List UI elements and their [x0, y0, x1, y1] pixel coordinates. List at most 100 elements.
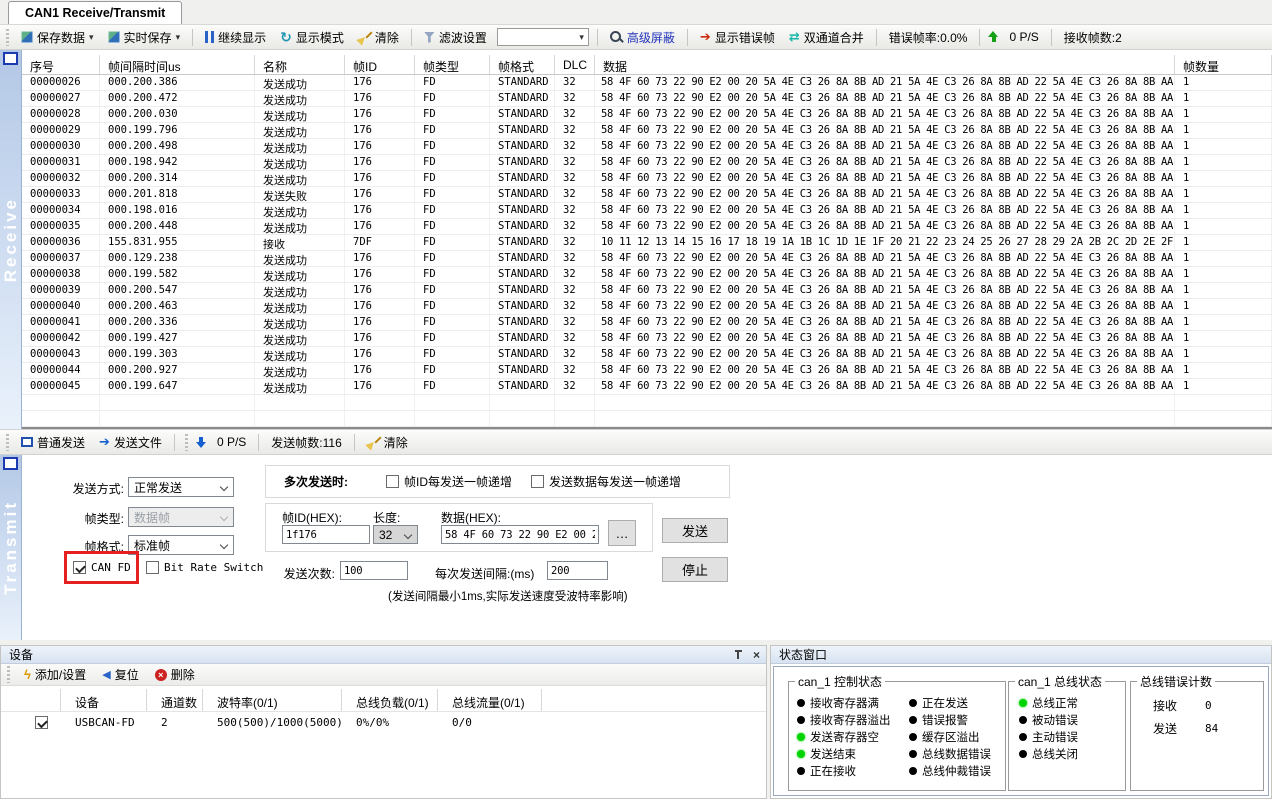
restore-icon[interactable] — [3, 52, 18, 65]
table-row[interactable]: 00000040 000.200.463 发送成功 176 FD STANDAR… — [22, 299, 1272, 315]
receive-side-label: Receive — [1, 197, 21, 282]
show-error-frames-button[interactable]: ➔ 显示错误帧 — [696, 27, 779, 48]
chevron-down-icon[interactable]: ▾ — [89, 32, 94, 43]
transmit-side-strip[interactable]: Transmit — [0, 455, 22, 640]
cell-frame-id: 176 — [345, 75, 415, 90]
table-row[interactable]: 00000032 000.200.314 发送成功 176 FD STANDAR… — [22, 171, 1272, 187]
toolbar-separator — [687, 29, 688, 46]
normal-send-button[interactable]: 普通发送 — [17, 432, 89, 453]
can-fd-checkbox[interactable] — [73, 561, 86, 574]
receive-side-strip[interactable]: Receive — [0, 50, 22, 429]
bit-rate-switch-checkbox[interactable] — [146, 561, 159, 574]
table-row[interactable]: 00000026 000.200.386 发送成功 176 FD STANDAR… — [22, 75, 1272, 91]
stop-button[interactable]: 停止 — [662, 557, 728, 582]
table-row[interactable]: 00000028 000.200.030 发送成功 176 FD STANDAR… — [22, 107, 1272, 123]
realtime-save-button[interactable]: 实时保存 ▾ — [104, 27, 185, 48]
advanced-mask-button[interactable]: 高级屏蔽 — [606, 27, 679, 48]
tab-can1-receive-transmit[interactable]: CAN1 Receive/Transmit — [8, 1, 182, 24]
table-row[interactable]: 00000036 155.831.955 接收 7DF FD STANDARD … — [22, 235, 1272, 251]
close-icon[interactable]: × — [753, 650, 760, 660]
send-interval-input[interactable] — [547, 561, 608, 580]
cell-dlc: 32 — [555, 251, 595, 266]
table-row[interactable]: 00000045 000.199.647 发送成功 176 FD STANDAR… — [22, 379, 1272, 395]
cell-dlc: 32 — [555, 75, 595, 90]
dual-channel-merge-button[interactable]: ⇄ 双通道合并 — [785, 27, 868, 48]
table-row[interactable]: 00000033 000.201.818 发送失败 176 FD STANDAR… — [22, 187, 1272, 203]
cell-frame-id: 176 — [345, 331, 415, 346]
inc-data-checkbox[interactable] — [531, 475, 544, 488]
send-button[interactable]: 发送 — [662, 518, 728, 543]
cell-data: 58 4F 60 73 22 90 E2 00 20 5A 4E C3 26 8… — [595, 91, 1175, 106]
table-row[interactable]: 00000034 000.198.016 发送成功 176 FD STANDAR… — [22, 203, 1272, 219]
inc-frame-id-checkbox[interactable] — [386, 475, 399, 488]
chevron-down-icon[interactable]: ▾ — [176, 32, 181, 43]
col-header-interval[interactable]: 帧间隔时间us — [100, 55, 255, 74]
table-row[interactable]: 00000042 000.199.427 发送成功 176 FD STANDAR… — [22, 331, 1272, 347]
col-header-data[interactable]: 数据 — [595, 55, 1175, 74]
cell-data: 58 4F 60 73 22 90 E2 00 20 5A 4E C3 26 8… — [595, 75, 1175, 90]
restore-icon[interactable] — [3, 457, 18, 470]
pin-icon[interactable] — [734, 650, 743, 660]
device-col-flow[interactable]: 总线流量(0/1) — [438, 689, 542, 711]
cell-name: 发送成功 — [255, 91, 345, 106]
table-row[interactable]: 00000038 000.199.582 发送成功 176 FD STANDAR… — [22, 267, 1272, 283]
col-header-frame-id[interactable]: 帧ID — [345, 55, 415, 74]
device-col-load[interactable]: 总线负载(0/1) — [342, 689, 438, 711]
cell-name: 发送成功 — [255, 75, 345, 90]
filter-dropdown[interactable]: ▾ — [497, 28, 589, 46]
merge-arrows-icon: ⇄ — [789, 31, 800, 43]
device-baud: 500(500)/1000(5000) — [203, 712, 342, 734]
col-header-frame-count[interactable]: 帧数量 — [1175, 55, 1272, 74]
table-row[interactable]: 00000039 000.200.547 发送成功 176 FD STANDAR… — [22, 283, 1272, 299]
table-row[interactable]: 00000035 000.200.448 发送成功 176 FD STANDAR… — [22, 219, 1272, 235]
cell-frame-format: STANDARD — [490, 283, 555, 298]
col-header-dlc[interactable]: DLC — [555, 55, 595, 74]
table-row[interactable]: 00000031 000.198.942 发送成功 176 FD STANDAR… — [22, 155, 1272, 171]
table-row[interactable]: 00000043 000.199.303 发送成功 176 FD STANDAR… — [22, 347, 1272, 363]
table-row[interactable] — [22, 395, 1272, 411]
col-header-frame-type[interactable]: 帧类型 — [415, 55, 490, 74]
delete-button[interactable]: × 删除 — [151, 664, 199, 685]
clear-button[interactable]: 清除 — [354, 27, 403, 48]
device-enabled-checkbox[interactable] — [35, 716, 48, 729]
table-row[interactable]: 00000027 000.200.472 发送成功 176 FD STANDAR… — [22, 91, 1272, 107]
device-col-device[interactable]: 设备 — [61, 689, 147, 711]
add-setup-button[interactable]: ϟ 添加/设置 — [20, 664, 90, 685]
receive-table: 序号 帧间隔时间us 名称 帧ID 帧类型 帧格式 DLC 数据 帧数量 000… — [22, 55, 1272, 429]
table-row[interactable] — [22, 411, 1272, 427]
transmit-clear-button[interactable]: 清除 — [363, 432, 412, 453]
display-mode-button[interactable]: ↻ 显示模式 — [276, 27, 348, 48]
red-arrow-icon: ➔ — [700, 31, 711, 43]
status-led-item: 接收寄存器溢出 — [797, 711, 909, 728]
send-count-input[interactable] — [340, 561, 408, 580]
more-data-button[interactable]: … — [608, 520, 636, 546]
col-header-name[interactable]: 名称 — [255, 55, 345, 74]
continue-display-button[interactable]: 继续显示 — [201, 27, 270, 48]
table-row[interactable]: 00000041 000.200.336 发送成功 176 FD STANDAR… — [22, 315, 1272, 331]
table-row[interactable]: 00000037 000.129.238 发送成功 176 FD STANDAR… — [22, 251, 1272, 267]
col-header-seq[interactable]: 序号 — [22, 55, 100, 74]
device-col-baud[interactable]: 波特率(0/1) — [203, 689, 342, 711]
cell-dlc: 32 — [555, 235, 595, 250]
length-select[interactable]: 32 — [373, 525, 418, 544]
cell-frame-count: 1 — [1175, 139, 1272, 154]
device-col-channels[interactable]: 通道数 — [147, 689, 203, 711]
filter-settings-button[interactable]: 滤波设置 — [420, 27, 491, 48]
cell-seq: 00000030 — [22, 139, 100, 154]
frame-format-select[interactable]: 标准帧 — [128, 535, 234, 555]
data-hex-input[interactable] — [441, 525, 599, 544]
table-row[interactable]: 00000044 000.200.927 发送成功 176 FD STANDAR… — [22, 363, 1272, 379]
device-table-row[interactable]: USBCAN-FD 2 500(500)/1000(5000) 0%/0% 0/… — [1, 712, 766, 734]
col-header-frame-format[interactable]: 帧格式 — [490, 55, 555, 74]
save-data-button[interactable]: 保存数据 ▾ — [17, 27, 98, 48]
table-row[interactable]: 00000029 000.199.796 发送成功 176 FD STANDAR… — [22, 123, 1272, 139]
reset-button[interactable]: ◀ 复位 — [98, 664, 142, 685]
cell-name: 发送成功 — [255, 267, 345, 282]
cell-data: 58 4F 60 73 22 90 E2 00 20 5A 4E C3 26 8… — [595, 139, 1175, 154]
send-mode-select[interactable]: 正常发送 — [128, 477, 234, 497]
send-file-button[interactable]: ➔ 发送文件 — [95, 432, 166, 453]
table-row[interactable]: 00000030 000.200.498 发送成功 176 FD STANDAR… — [22, 139, 1272, 155]
cell-interval: 000.200.030 — [100, 107, 255, 122]
frame-id-input[interactable] — [282, 525, 370, 544]
status-led-label: 缓存区溢出 — [922, 729, 980, 745]
